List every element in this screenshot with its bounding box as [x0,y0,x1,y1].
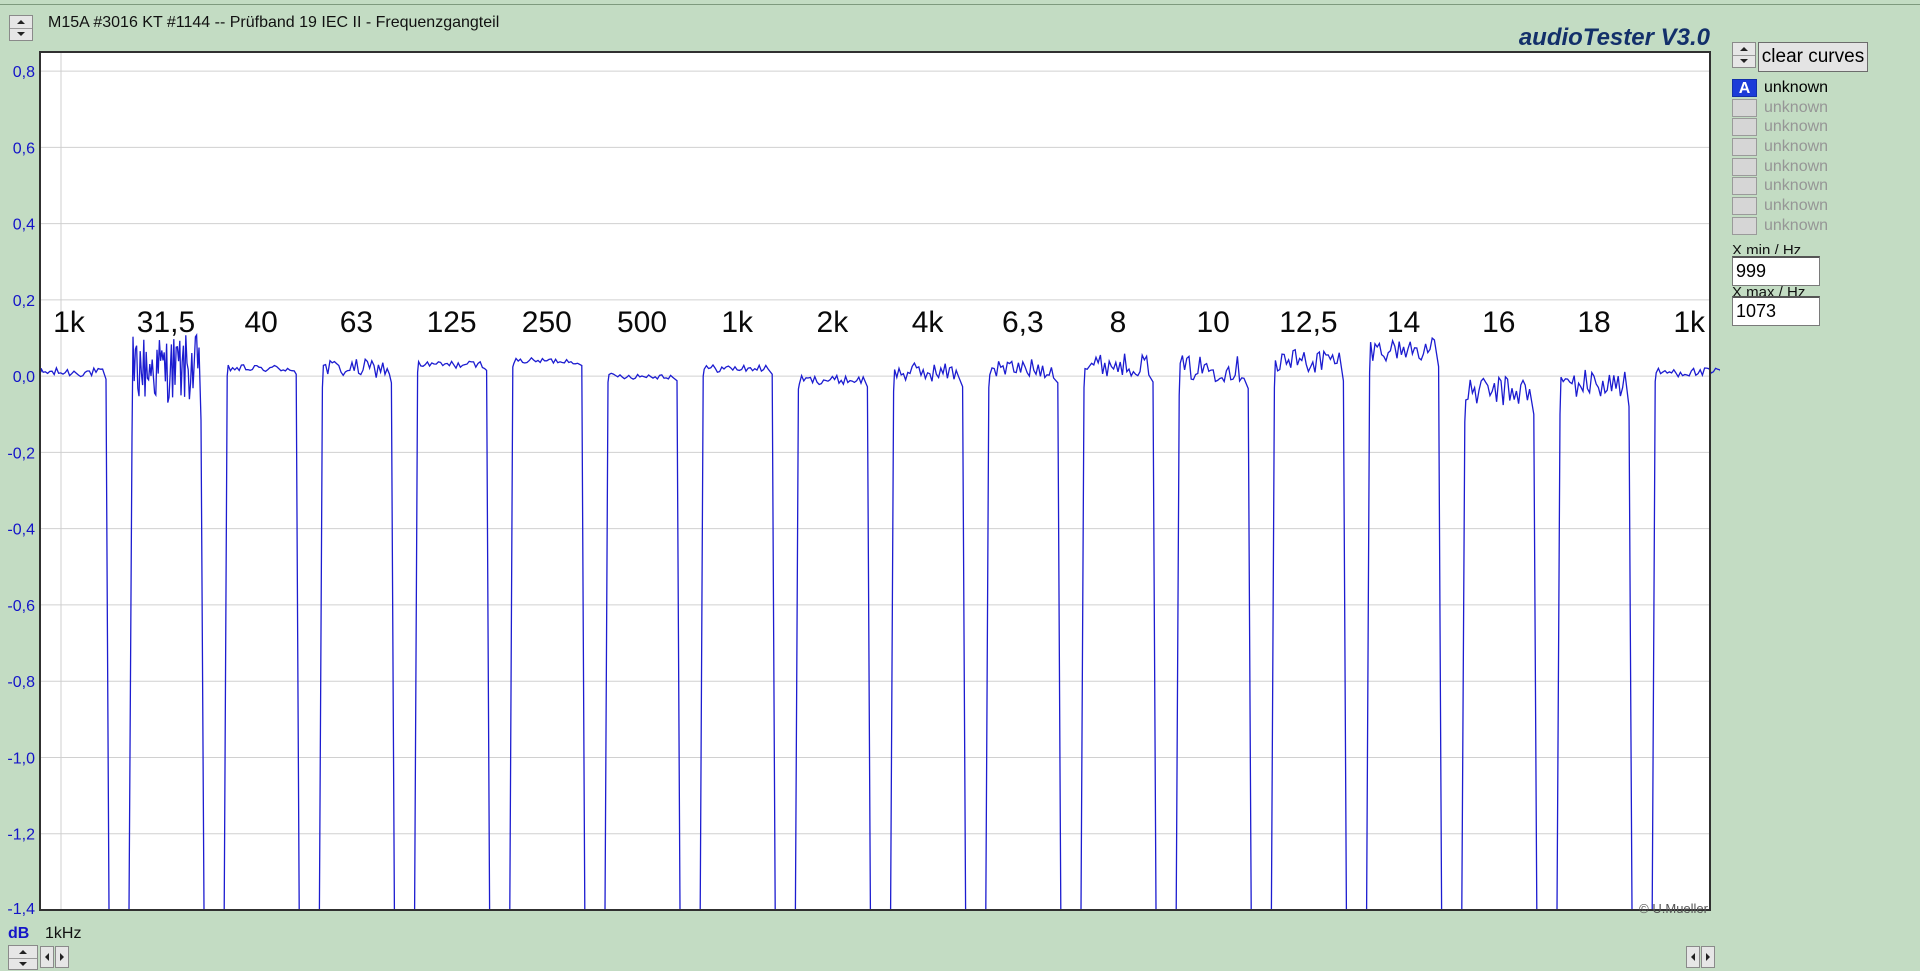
frequency-label: 2k [817,306,850,339]
frequency-label: 12,5 [1279,306,1337,339]
xmin-label: X min / Hz [1732,242,1802,254]
curve-list: Aunknown unknown unknown unknown unknown… [1732,78,1882,236]
curve-slot-button[interactable] [1732,177,1757,196]
scroll-right-button[interactable] [55,946,69,968]
frequency-label: 125 [427,306,477,339]
frequency-label: 31,5 [137,306,195,339]
frequency-response-chart: 0,8 0,6 0,4 0,2 0,0 -0,2 -0,4 -0,6 -0,8 -1,0 -1,2 -… [7,51,1720,918]
scroll-left-button[interactable] [40,946,54,968]
y-tick-label: 0,6 [13,140,35,157]
xmax-label: X max / Hz [1732,284,1806,296]
curve-slot-button[interactable]: A [1732,79,1757,97]
x-unit-label: 1kHz [45,925,82,942]
frequency-label: 4k [912,306,945,339]
y-tick-label: 0,2 [13,293,35,310]
curve-name: unknown [1764,138,1829,156]
y-tick-label: -1,2 [7,827,35,844]
pan-left-button[interactable] [1686,946,1700,968]
curve-slot-button[interactable] [1732,138,1757,157]
curve-item[interactable]: unknown [1732,176,1882,196]
y-tick-label: 0,4 [13,217,35,234]
arrow-right-icon [60,953,64,961]
title-spin-control[interactable] [9,15,33,41]
curve-item[interactable]: unknown [1732,157,1882,177]
spin-down-arrow-icon[interactable] [1733,55,1755,67]
curve-item[interactable]: unknown [1732,196,1882,216]
y-unit-label: dB [8,925,30,942]
curve-slot-button[interactable] [1732,216,1757,235]
frequency-label: 8 [1110,306,1127,339]
arrow-right-icon [1706,953,1710,961]
spin-down-arrow-icon[interactable] [10,28,32,40]
window-title: M15A #3016 KT #1144 -- Prüfband 19 IEC I… [48,14,500,31]
frequency-label: 10 [1197,306,1230,339]
curve-name: unknown [1764,197,1829,215]
curve-name: unknown [1764,157,1829,175]
y-tick-label: -1,4 [7,901,35,918]
frequency-label: 1k [1673,306,1706,339]
y-tick-label: -0,4 [7,522,35,539]
curve-item[interactable]: unknown [1732,216,1882,236]
bottom-spin-control[interactable] [8,945,38,970]
y-tick-label: 0,8 [13,64,35,81]
curve-item[interactable]: unknown [1732,98,1882,118]
pan-right-button[interactable] [1701,946,1715,968]
curve-slot-button[interactable] [1732,98,1757,117]
spin-down-arrow-icon[interactable] [9,958,37,970]
curve-name: unknown [1764,177,1829,195]
frequency-label: 16 [1482,306,1515,339]
top-separator [0,4,1920,5]
clear-curves-button[interactable]: clear curves [1758,42,1868,72]
frequency-label: 40 [245,306,278,339]
curve-slot-button[interactable] [1732,157,1757,176]
xmax-input[interactable]: 1073 [1732,296,1820,326]
curve-slot-button[interactable] [1732,197,1757,216]
arrow-left-icon [45,953,49,961]
curve-name: unknown [1764,118,1829,136]
frequency-label: 250 [522,306,572,339]
y-axis-ticks: 0,8 0,6 0,4 0,2 0,0 -0,2 -0,4 -0,6 -0,8 -1,0 -1,2 -… [7,64,35,918]
y-tick-label: -0,6 [7,598,35,615]
y-tick-label: -0,8 [7,674,35,691]
curve-item[interactable]: unknown [1732,117,1882,137]
curve-slot-button[interactable] [1732,118,1757,137]
copyright-note: © U.Mueller [1639,901,1708,916]
curve-name: unknown [1764,98,1829,116]
y-tick-label: 0,0 [13,369,35,386]
frequency-label: 1k [53,306,86,339]
frequency-label: 14 [1387,306,1420,339]
frequency-label: 18 [1577,306,1610,339]
frequency-label: 1k [721,306,754,339]
xmin-input[interactable]: 999 [1732,256,1820,286]
frequency-label: 6,3 [1002,306,1044,339]
curve-name: unknown [1764,79,1829,96]
arrow-left-icon [1691,953,1695,961]
y-tick-label: -0,2 [7,445,35,462]
frequency-label: 63 [340,306,373,339]
plot-area [40,52,1710,910]
curve-item[interactable]: unknown [1732,137,1882,157]
curve-name: unknown [1764,216,1829,234]
curve-item[interactable]: Aunknown [1732,78,1882,98]
frequency-label: 500 [617,306,667,339]
y-tick-label: -1,0 [7,750,35,767]
curves-spin-control[interactable] [1732,42,1756,68]
